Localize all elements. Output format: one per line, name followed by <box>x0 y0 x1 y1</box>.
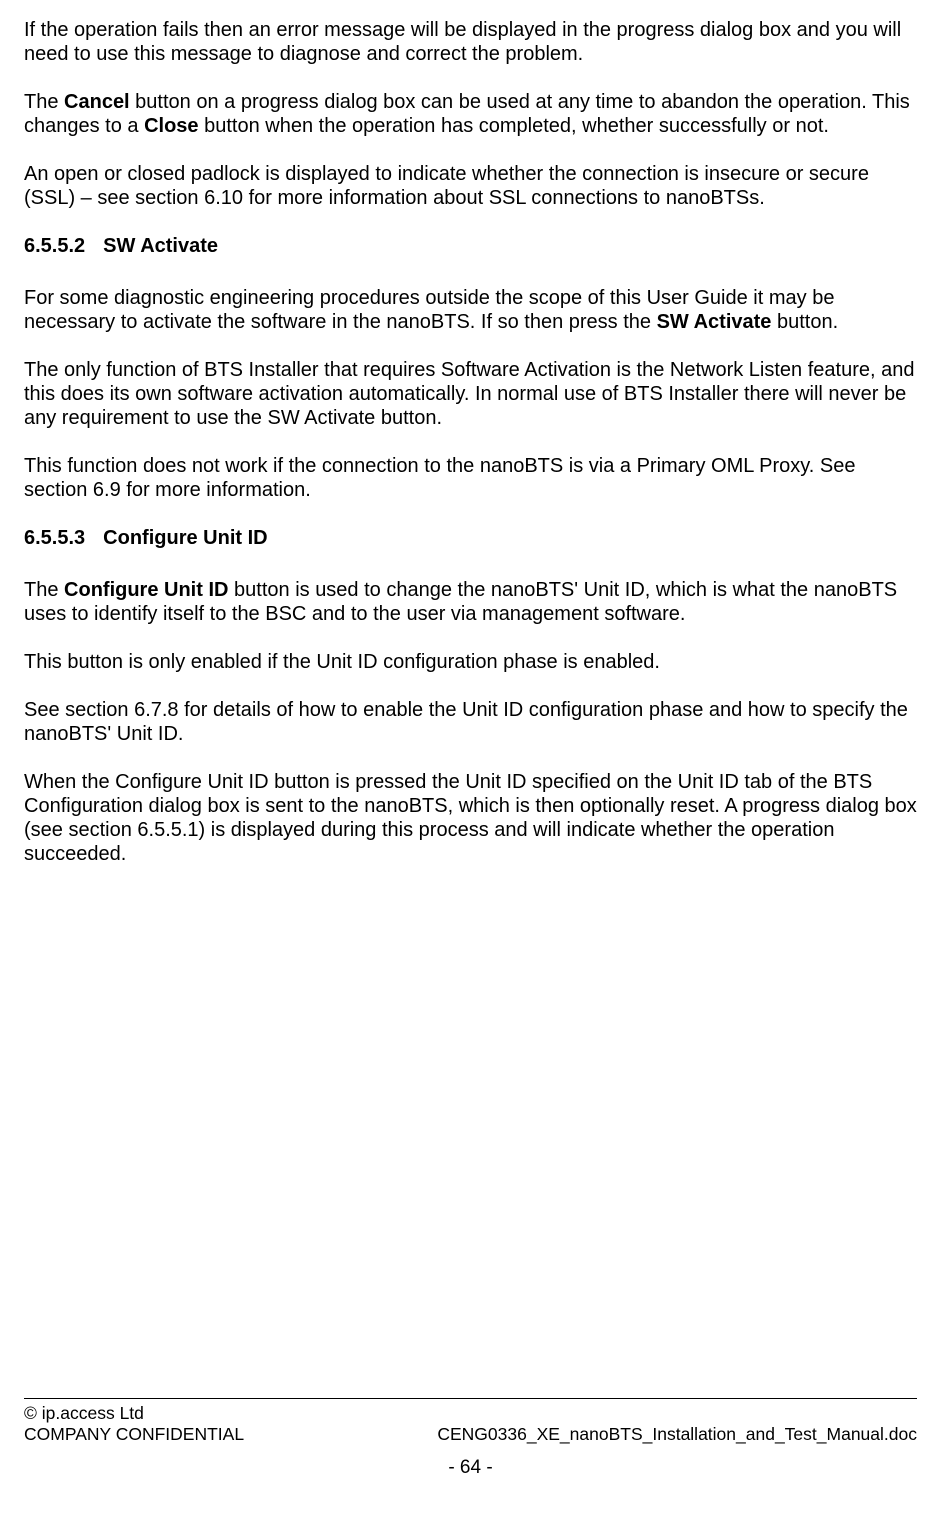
paragraph-sw-activate-intro: For some diagnostic engineering procedur… <box>24 286 917 334</box>
body-text: This function does not work if the conne… <box>24 455 856 501</box>
body-text: The <box>24 579 64 601</box>
heading-title: SW Activate <box>103 235 218 257</box>
body-text: The <box>24 91 64 113</box>
bold-close: Close <box>144 115 198 137</box>
body-text: This button is only enabled if the Unit … <box>24 651 660 673</box>
bold-cancel: Cancel <box>64 91 130 113</box>
heading-sw-activate: 6.5.5.2 SW Activate <box>24 234 917 258</box>
paragraph-padlock-ssl: An open or closed padlock is displayed t… <box>24 162 917 210</box>
paragraph-error-message: If the operation fails then an error mes… <box>24 18 917 66</box>
paragraph-unit-id-process: When the Configure Unit ID button is pre… <box>24 770 917 866</box>
bold-sw-activate: SW Activate <box>657 311 772 333</box>
page-content: If the operation fails then an error mes… <box>24 18 917 1398</box>
paragraph-cancel-close: The Cancel button on a progress dialog b… <box>24 90 917 138</box>
body-text: When the Configure Unit ID button is pre… <box>24 771 917 865</box>
body-text: The only function of BTS Installer that … <box>24 359 914 429</box>
page-number: - 64 - <box>24 1457 917 1480</box>
body-text: See section 6.7.8 for details of how to … <box>24 699 908 745</box>
footer-doc-name: CENG0336_XE_nanoBTS_Installation_and_Tes… <box>437 1424 917 1445</box>
paragraph-unit-id-phase: This button is only enabled if the Unit … <box>24 650 917 674</box>
footer-confidentiality: COMPANY CONFIDENTIAL <box>24 1424 244 1445</box>
heading-title: Configure Unit ID <box>103 527 267 549</box>
paragraph-network-listen: The only function of BTS Installer that … <box>24 358 917 430</box>
heading-configure-unit-id: 6.5.5.3 Configure Unit ID <box>24 526 917 550</box>
heading-number: 6.5.5.3 <box>24 526 85 550</box>
bold-configure-unit-id: Configure Unit ID <box>64 579 228 601</box>
paragraph-oml-proxy: This function does not work if the conne… <box>24 454 917 502</box>
heading-number: 6.5.5.2 <box>24 234 85 258</box>
body-text: If the operation fails then an error mes… <box>24 19 901 65</box>
body-text: button when the operation has completed,… <box>199 115 829 137</box>
page-footer: © ip.access Ltd COMPANY CONFIDENTIAL CEN… <box>24 1399 917 1480</box>
body-text: An open or closed padlock is displayed t… <box>24 163 869 209</box>
body-text: button. <box>771 311 838 333</box>
footer-copyright: © ip.access Ltd <box>24 1403 917 1424</box>
paragraph-unit-id-ref: See section 6.7.8 for details of how to … <box>24 698 917 746</box>
paragraph-configure-unit-id-intro: The Configure Unit ID button is used to … <box>24 578 917 626</box>
footer-row: COMPANY CONFIDENTIAL CENG0336_XE_nanoBTS… <box>24 1424 917 1445</box>
